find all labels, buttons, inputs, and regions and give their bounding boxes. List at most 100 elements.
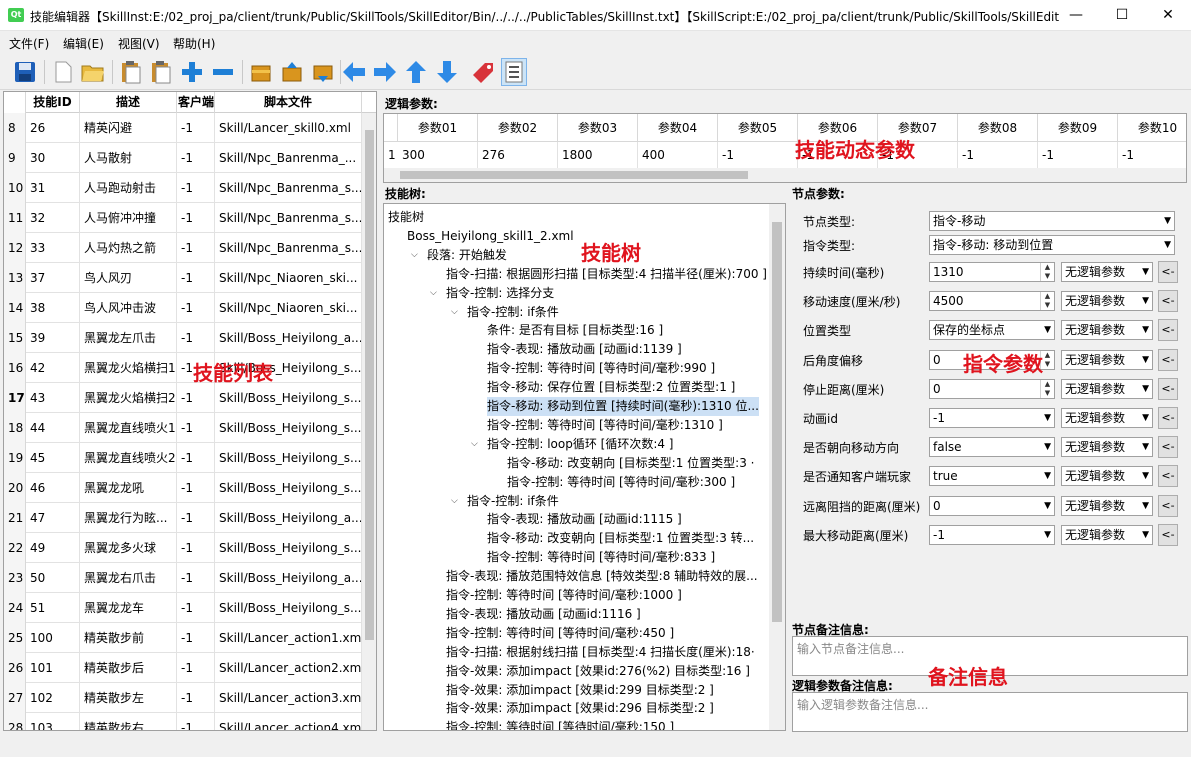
cell-desc[interactable]: 鸟人风刃	[80, 263, 177, 293]
table-row[interactable]: 19 45 黑翼龙直线喷火2 -1 Skill/Boss_Heiyilong_s...	[4, 443, 362, 473]
cell-script[interactable]: Skill/Boss_Heiyilong_a...	[215, 503, 362, 533]
cell-desc[interactable]: 黑翼龙火焰横扫2	[80, 383, 177, 413]
new-file-icon[interactable]	[50, 58, 76, 86]
cell-client[interactable]: -1	[177, 443, 215, 473]
maximize-button[interactable]: ☐	[1099, 0, 1145, 31]
header-skill-id[interactable]: 技能ID	[26, 92, 80, 113]
logic-param-select[interactable]: 无逻辑参数 ▼	[1061, 262, 1153, 282]
cell-script[interactable]: Skill/Boss_Heiyilong_s...	[215, 443, 362, 473]
arrow-down-icon[interactable]	[434, 58, 460, 86]
arrow-left-icon[interactable]	[341, 58, 367, 86]
bind-param-button[interactable]: <-	[1158, 348, 1178, 371]
box-down-icon[interactable]	[310, 58, 336, 86]
table-row[interactable]: 25 100 精英散步前 -1 Skill/Lancer_action1.xml	[4, 623, 362, 653]
cell-script[interactable]: Skill/Lancer_action1.xml	[215, 623, 362, 653]
param-header[interactable]: 参数03	[558, 114, 638, 142]
table-row[interactable]: 27 102 精英散步左 -1 Skill/Lancer_action3.xml	[4, 683, 362, 713]
cell-script[interactable]: Skill/Npc_Banrenma_s...	[215, 203, 362, 233]
arrow-up-icon[interactable]	[403, 58, 429, 86]
logic-param-select[interactable]: 无逻辑参数 ▼	[1061, 291, 1153, 312]
tree-node[interactable]: 指令-控制: 选择分支	[446, 284, 554, 303]
menu-help[interactable]: 帮助(H)	[173, 35, 215, 52]
cell-client[interactable]: -1	[177, 503, 215, 533]
header-desc[interactable]: 描述	[80, 92, 177, 113]
cell-desc[interactable]: 精英散步后	[80, 653, 177, 683]
cell-script[interactable]: Skill/Boss_Heiyilong_s...	[215, 413, 362, 443]
param-header[interactable]: 参数10	[1118, 114, 1186, 142]
tree-node[interactable]: 指令-扫描: 根据射线扫描 [目标类型:4 扫描长度(厘米):18·	[446, 643, 755, 662]
cell-desc[interactable]: 黑翼龙直线喷火1	[80, 413, 177, 443]
bind-param-button[interactable]: <-	[1158, 319, 1178, 342]
minus-icon[interactable]	[210, 58, 236, 86]
paste-copy-icon[interactable]	[148, 58, 174, 86]
param-value[interactable]: -1	[958, 142, 1038, 168]
param-spinbox[interactable]: 0 ▲ ▼	[929, 378, 1055, 399]
param-header[interactable]: 参数08	[958, 114, 1038, 142]
logic-param-select[interactable]: 无逻辑参数 ▼	[1061, 320, 1153, 341]
logic-params-hscroll-thumb[interactable]	[400, 171, 748, 179]
param-spinbox[interactable]: 1310 ▲ ▼	[929, 262, 1055, 282]
cell-id[interactable]: 51	[26, 593, 80, 623]
cell-id[interactable]: 38	[26, 293, 80, 323]
cell-client[interactable]: -1	[177, 233, 215, 263]
box-gold-icon[interactable]	[248, 58, 274, 86]
logic-param-select[interactable]: 无逻辑参数 ▼	[1061, 524, 1153, 545]
bind-param-button[interactable]: <-	[1158, 494, 1178, 517]
param-value[interactable]: 1800	[558, 142, 638, 168]
tree-node[interactable]: 指令-控制: 等待时间 [等待时间/毫秒:1000 ]	[446, 586, 682, 605]
cell-desc[interactable]: 黑翼龙右爪击	[80, 563, 177, 593]
cell-desc[interactable]: 精英散步前	[80, 623, 177, 653]
bind-param-button[interactable]: <-	[1158, 407, 1178, 429]
tree-node[interactable]: Boss_Heiyilong_skill1_2.xml	[407, 227, 574, 246]
logic-param-select[interactable]: 无逻辑参数 ▼	[1061, 378, 1153, 399]
tree-node[interactable]: 指令-控制: if条件	[467, 492, 559, 511]
param-select[interactable]: -1 ▼	[929, 524, 1055, 545]
cell-script[interactable]: Skill/Lancer_action2.xml	[215, 653, 362, 683]
tree-node[interactable]: 指令-表现: 播放范围特效信息 [特效类型:8 辅助特效的展...	[446, 567, 758, 586]
param-value[interactable]: -1	[718, 142, 798, 168]
tree-node[interactable]: 指令-效果: 添加impact [效果id:296 目标类型:2 ]	[446, 699, 714, 718]
cell-id[interactable]: 26	[26, 113, 80, 143]
cell-client[interactable]: -1	[177, 263, 215, 293]
tree-node[interactable]: 指令-效果: 添加impact [效果id:299 目标类型:2 ]	[446, 681, 714, 700]
table-row[interactable]: 16 42 黑翼龙火焰横扫1 -1 Skill/Boss_Heiyilong_s...	[4, 353, 362, 383]
tree-node[interactable]: 指令-表现: 播放动画 [动画id:1139 ]	[487, 340, 682, 359]
param-value[interactable]: 300	[398, 142, 478, 168]
cell-script[interactable]: Skill/Npc_Banrenma_...	[215, 143, 362, 173]
menu-edit[interactable]: 编辑(E)	[63, 35, 104, 52]
param-value[interactable]: -1	[1118, 142, 1186, 168]
logic-param-select[interactable]: 无逻辑参数 ▼	[1061, 349, 1153, 370]
cell-client[interactable]: -1	[177, 383, 215, 413]
open-folder-icon[interactable]	[80, 58, 106, 86]
cell-client[interactable]: -1	[177, 593, 215, 623]
plus-icon[interactable]	[179, 58, 205, 86]
tree-node[interactable]: 指令-控制: 等待时间 [等待时间/毫秒:990 ]	[487, 359, 715, 378]
tree-node[interactable]: 指令-表现: 播放动画 [动画id:1116 ]	[446, 605, 641, 624]
cell-desc[interactable]: 人马俯冲冲撞	[80, 203, 177, 233]
cell-client[interactable]: -1	[177, 683, 215, 713]
cmd-type-select[interactable]: 指令-移动: 移动到位置 ▼	[929, 235, 1175, 255]
tree-node[interactable]: 指令-扫描: 根据圆形扫描 [目标类型:4 扫描半径(厘米):700 ]	[446, 265, 767, 284]
tree-node[interactable]: 指令-控制: if条件	[467, 303, 559, 322]
tree-node[interactable]: 指令-控制: 等待时间 [等待时间/毫秒:1310 ]	[487, 416, 723, 435]
menu-file[interactable]: 文件(F)	[9, 35, 49, 52]
chevron-down-icon[interactable]: ⌵	[411, 246, 418, 265]
tree-node[interactable]: 指令-控制: 等待时间 [等待时间/毫秒:450 ]	[446, 624, 674, 643]
cell-desc[interactable]: 人马散射	[80, 143, 177, 173]
param-header[interactable]: 参数04	[638, 114, 718, 142]
header-script[interactable]: 脚本文件	[215, 92, 362, 113]
table-row[interactable]: 8 26 精英闪避 -1 Skill/Lancer_skill0.xml	[4, 113, 362, 143]
save-icon[interactable]	[12, 58, 38, 86]
cell-client[interactable]: -1	[177, 203, 215, 233]
node-type-select[interactable]: 指令-移动 ▼	[929, 211, 1175, 231]
tree-node[interactable]: 指令-移动: 保存位置 [目标类型:2 位置类型:1 ]	[487, 378, 735, 397]
cell-script[interactable]: Skill/Lancer_action4.xml	[215, 713, 362, 730]
menu-view[interactable]: 视图(V)	[118, 35, 160, 52]
cell-client[interactable]: -1	[177, 713, 215, 730]
tree-node[interactable]: 技能树	[388, 208, 424, 227]
cell-id[interactable]: 42	[26, 353, 80, 383]
cell-client[interactable]: -1	[177, 113, 215, 143]
cell-script[interactable]: Skill/Npc_Niaoren_ski...	[215, 293, 362, 323]
cell-client[interactable]: -1	[177, 413, 215, 443]
cell-id[interactable]: 46	[26, 473, 80, 503]
